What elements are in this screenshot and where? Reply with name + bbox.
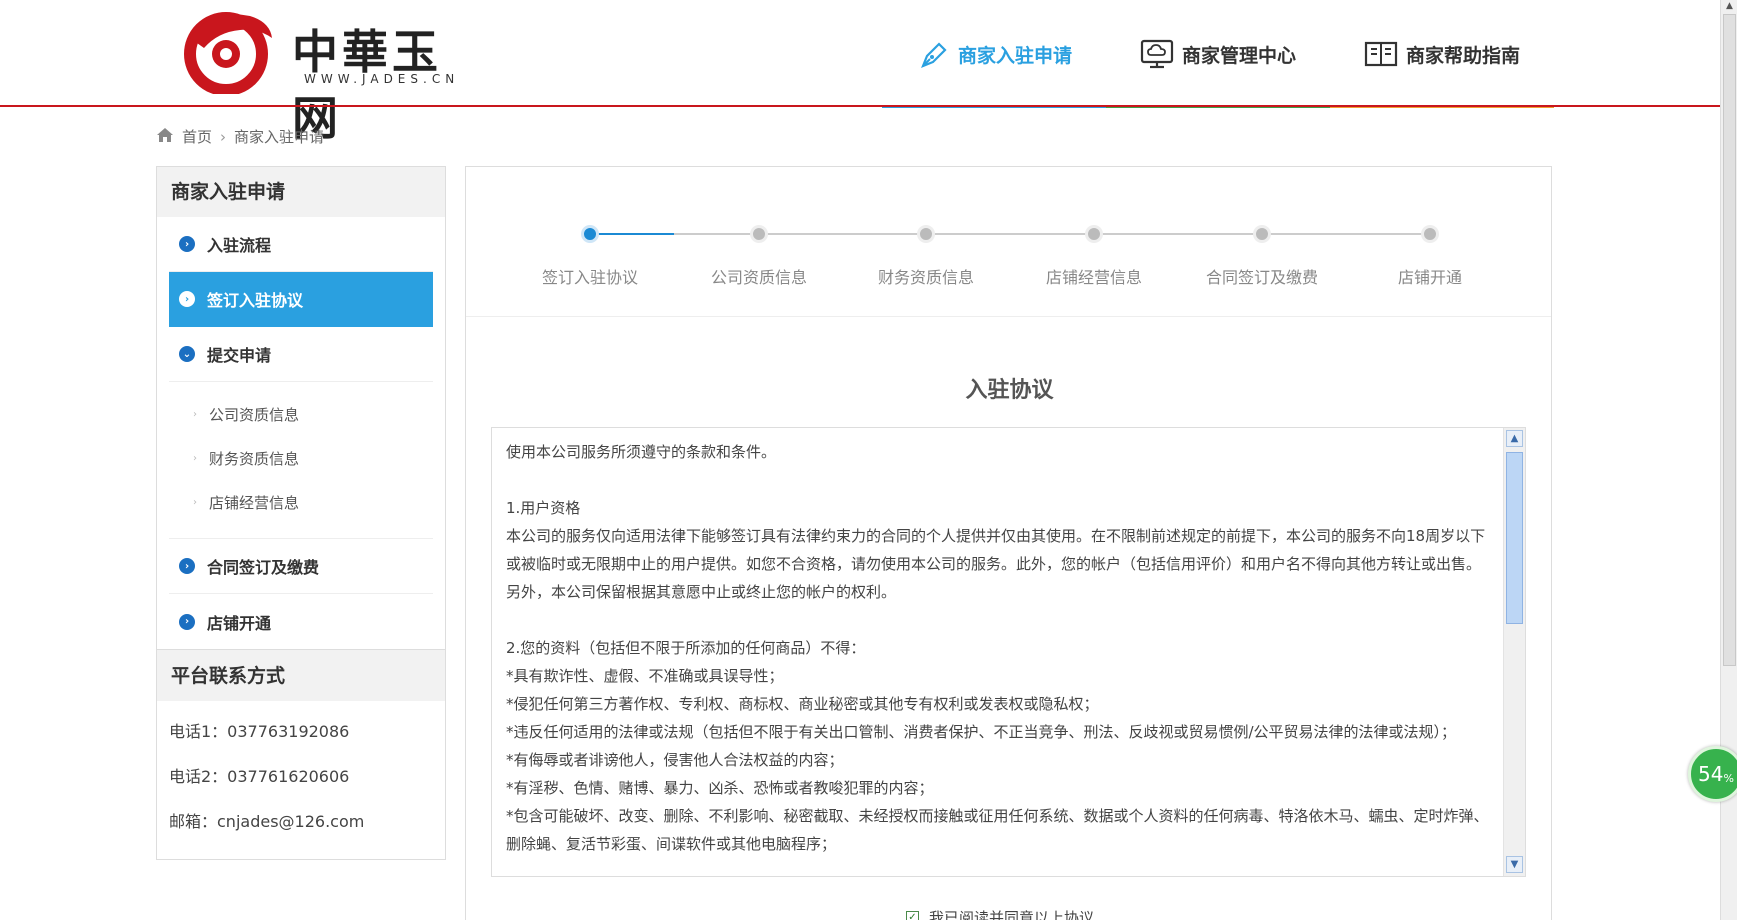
contact-phone-2: 电话2：037761620606 <box>169 767 350 786</box>
chevron-right-icon: › <box>179 558 195 574</box>
progress-unit: % <box>1723 771 1734 785</box>
step-line-done <box>590 233 674 235</box>
agreement-paragraph: 本公司的服务仅向适用法律下能够签订具有法律约束力的合同的个人提供并仅由其使用。在… <box>506 527 1486 601</box>
step-label: 公司资质信息 <box>710 268 807 287</box>
contact-phone-1: 电话1：037763192086 <box>169 722 350 741</box>
nav-merchant-help[interactable]: 商家帮助指南 <box>1330 0 1554 108</box>
sidebar-subitem-company[interactable]: › 公司资质信息 <box>169 392 433 436</box>
sidebar-subitem-store[interactable]: › 店铺经营信息 <box>169 480 433 524</box>
agreement-title: 入驻协议 <box>965 378 1054 403</box>
agreement-scrollbar[interactable]: ▲ ▼ <box>1503 428 1525 876</box>
header-divider <box>0 105 1720 107</box>
agreement-paragraph: *具有欺诈性、虚假、不准确或具误导性； <box>506 667 784 685</box>
step-dot <box>1421 225 1439 243</box>
sidebar-item-label: 合同签订及缴费 <box>207 558 320 577</box>
progress-value: 54 <box>1698 762 1724 786</box>
contact-title: 平台联系方式 <box>157 649 445 701</box>
breadcrumb-current: 商家入驻申请 <box>234 128 325 146</box>
progress-steps: 签订入驻协议 公司资质信息 财务资质信息 店铺经营信息 合同签订及缴费 店铺开通 <box>466 167 1551 317</box>
scroll-up-arrow-icon[interactable]: ▲ <box>1723 0 1736 12</box>
chevron-right-icon: › <box>179 613 195 630</box>
agreement-paragraph <box>506 606 1491 634</box>
contact-list: 电话1：037763192086 电话2：037761620606 邮箱：cnj… <box>157 701 445 844</box>
breadcrumb-home[interactable]: 首页 <box>182 126 212 147</box>
agreement-paragraph: 2.您的资料（包括但不限于所添加的任何商品）不得： <box>506 639 866 657</box>
sidebar-subitem-label: 财务资质信息 <box>209 449 300 468</box>
sidebar: 商家入驻申请 › 入驻流程 › 签订入驻协议 ⌄ 提交申请 › 公司资质信息 ›… <box>156 166 446 860</box>
agreement-paragraph: *有侮辱或者诽谤他人，侵害他人合法权益的内容； <box>506 751 844 769</box>
site-logo[interactable]: 中華玉网 WWW.JADES.CN <box>180 8 470 145</box>
logo-domain: WWW.JADES.CN <box>304 72 460 86</box>
sidebar-item-submit[interactable]: ⌄ 提交申请 <box>169 327 433 382</box>
sidebar-subitem-label: 公司资质信息 <box>209 405 300 424</box>
step-dot <box>1085 225 1103 243</box>
agreement-paragraph: *违反任何适用的法律或法规（包括但不限于有关出口管制、消费者保护、不正当竞争、刑… <box>506 723 1457 741</box>
sidebar-item-store-open[interactable]: › 店铺开通 <box>169 594 433 649</box>
step-dot <box>750 225 768 243</box>
main-panel: 签订入驻协议 公司资质信息 财务资质信息 店铺经营信息 合同签订及缴费 店铺开通 入驻协议… <box>465 166 1552 920</box>
logo-emblem-icon <box>184 12 272 94</box>
agreement-textbox[interactable]: 使用本公司服务所须遵守的条款和条件。 1.用户资格本公司的服务仅向适用法律下能够… <box>491 427 1526 877</box>
caret-right-icon: › <box>193 408 197 420</box>
sidebar-item-label: 提交申请 <box>207 346 272 365</box>
scroll-up-arrow-icon[interactable]: ▲ <box>1506 430 1523 447</box>
nav-label: 商家管理中心 <box>1181 44 1296 67</box>
agreement-text: 使用本公司服务所须遵守的条款和条件。 1.用户资格本公司的服务仅向适用法律下能够… <box>506 438 1491 858</box>
agreement-paragraph: *有淫秽、色情、赌博、暴力、凶杀、恐怖或者教唆犯罪的内容； <box>506 779 934 797</box>
sidebar-item-agreement[interactable]: › 签订入驻协议 <box>169 272 433 327</box>
nav-label: 商家入驻申请 <box>957 44 1072 67</box>
progress-widget[interactable]: 54% <box>1688 746 1737 802</box>
sidebar-item-label: 签订入驻协议 <box>207 291 304 310</box>
breadcrumb: 首页 › 商家入驻申请 <box>156 126 324 147</box>
step-dot <box>917 225 935 243</box>
agreement-paragraph <box>506 466 1491 494</box>
sidebar-subitem-label: 店铺经营信息 <box>209 493 300 512</box>
sidebar-subgroup: › 公司资质信息 › 财务资质信息 › 店铺经营信息 <box>169 382 433 539</box>
nav-merchant-center[interactable]: 商家管理中心 <box>1106 0 1330 108</box>
monitor-cloud-icon <box>1140 37 1174 71</box>
sidebar-item-label: 入驻流程 <box>207 236 272 255</box>
agreement-paragraph: *包含可能破坏、改变、删除、不利影响、秘密截取、未经授权而接触或征用任何系统、数… <box>506 807 1489 853</box>
chevron-right-icon: › <box>220 127 227 146</box>
sidebar-item-process[interactable]: › 入驻流程 <box>169 217 433 272</box>
chevron-right-icon: › <box>179 236 195 252</box>
book-icon <box>1364 37 1398 71</box>
chevron-right-icon: › <box>179 291 195 307</box>
step-dot <box>1253 225 1271 243</box>
step-line <box>590 233 1430 235</box>
caret-right-icon: › <box>193 452 197 464</box>
sidebar-subitem-finance[interactable]: › 财务资质信息 <box>169 436 433 480</box>
sidebar-item-contract[interactable]: › 合同签订及缴费 <box>169 539 433 594</box>
agreement-paragraph: 1.用户资格 <box>506 499 581 517</box>
main-nav: 商家入驻申请 商家管理中心 商家帮助指南 <box>882 0 1554 108</box>
agree-row[interactable]: ✓ 我已阅读并同意以上协议 <box>906 907 1094 920</box>
sidebar-title: 商家入驻申请 <box>157 167 445 217</box>
contact-email: 邮箱：cnjades@126.com <box>169 812 365 831</box>
agreement-paragraph: *侵犯任何第三方著作权、专利权、商标权、商业秘密或其他专有权利或发表权或隐私权； <box>506 695 1099 713</box>
step-label: 店铺经营信息 <box>1045 268 1142 287</box>
step-dot <box>581 225 599 243</box>
agree-label: 我已阅读并同意以上协议 <box>929 909 1095 920</box>
agreement-paragraph: 使用本公司服务所须遵守的条款和条件。 <box>506 443 777 461</box>
home-icon <box>156 127 174 147</box>
chevron-down-icon: ⌄ <box>179 346 195 362</box>
sidebar-item-label: 店铺开通 <box>207 613 272 633</box>
nav-merchant-apply[interactable]: 商家入驻申请 <box>882 0 1106 108</box>
step-label: 店铺开通 <box>1397 268 1462 287</box>
scroll-down-arrow-icon[interactable]: ▼ <box>1506 856 1523 873</box>
scroll-thumb[interactable] <box>1506 452 1523 624</box>
caret-right-icon: › <box>193 496 197 508</box>
step-label: 合同签订及缴费 <box>1205 268 1318 287</box>
nav-label: 商家帮助指南 <box>1405 44 1520 67</box>
page-scroll-thumb[interactable] <box>1723 14 1736 666</box>
site-header: 中華玉网 WWW.JADES.CN 商家入驻申请 商家管理中心 商家帮助指南 <box>0 0 1720 145</box>
step-label: 签订入驻协议 <box>541 268 638 287</box>
step-label: 财务资质信息 <box>877 268 974 287</box>
agree-checkbox[interactable]: ✓ <box>906 911 919 920</box>
pen-nib-icon <box>916 37 950 71</box>
